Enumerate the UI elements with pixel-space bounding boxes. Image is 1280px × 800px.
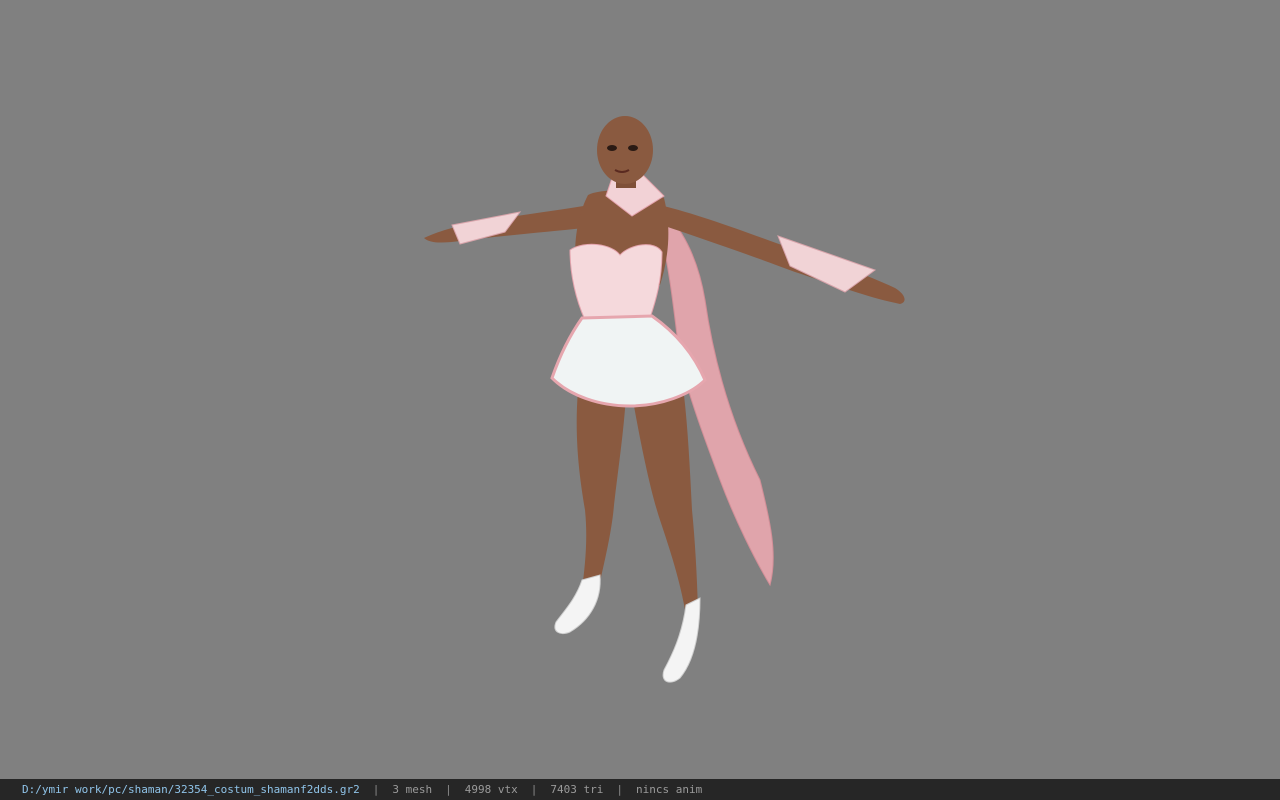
mesh-count: 3 mesh: [392, 783, 433, 796]
separator: |: [372, 783, 380, 796]
3d-viewport[interactable]: [0, 0, 1280, 779]
separator: |: [530, 783, 538, 796]
left-eye: [607, 145, 617, 151]
separator: |: [445, 783, 452, 796]
right-eye: [628, 145, 638, 151]
animation-status: nincs anim: [635, 783, 703, 796]
vertex-count: 4998 vtx: [464, 783, 518, 796]
right-leg: [632, 395, 698, 615]
character-model: [424, 116, 905, 683]
bodice: [569, 243, 663, 321]
triangle-count: 7403 tri: [550, 783, 604, 796]
right-shoe: [662, 597, 701, 683]
left-leg: [576, 390, 626, 590]
separator: |: [616, 783, 623, 796]
file-path: D:/ymir work/pc/shaman/32354_costum_sham…: [22, 783, 360, 796]
head: [597, 116, 653, 184]
left-shoe: [554, 574, 601, 635]
status-bar: D:/ymir work/pc/shaman/32354_costum_sham…: [0, 779, 1280, 800]
